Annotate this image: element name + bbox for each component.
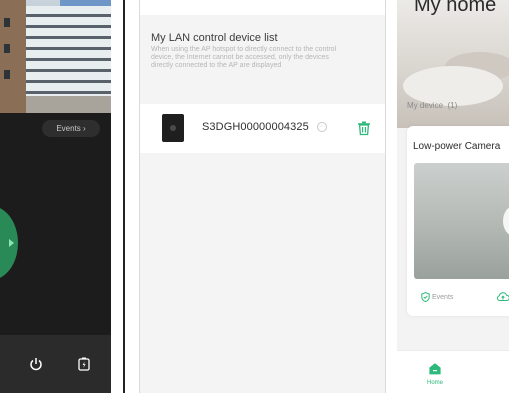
ptz-control[interactable]: [0, 206, 18, 280]
screen-divider: [123, 0, 125, 393]
home-panel: My home My device (1) Low-power Camera E…: [397, 0, 509, 393]
shield-check-icon: [421, 292, 430, 303]
home-icon[interactable]: [428, 362, 442, 376]
feed-building-left: [0, 0, 26, 113]
events-link[interactable]: Events: [421, 292, 454, 303]
device-card-title: Low-power Camera: [413, 141, 501, 152]
lan-device-list-panel: My LAN control device list When using th…: [139, 0, 386, 393]
camera-preview[interactable]: [414, 163, 509, 279]
delete-trash-icon[interactable]: [356, 120, 372, 136]
camera-feed[interactable]: [0, 0, 111, 113]
nav-home-label[interactable]: Home: [427, 380, 443, 386]
device-thumbnail: [162, 114, 184, 142]
feed-ground: [26, 96, 111, 113]
page-title: My home: [414, 0, 497, 16]
live-view-toolbar: [0, 335, 111, 393]
ptz-right-arrow-icon[interactable]: [9, 239, 14, 247]
device-name: S3DGH00000004325: [202, 121, 309, 133]
live-view-panel: Events ›: [0, 0, 111, 393]
events-label: Events: [432, 293, 454, 301]
power-icon[interactable]: [28, 356, 44, 372]
home-hero-image: My home My device (1): [397, 0, 509, 128]
device-count-label: My device (1): [407, 101, 458, 110]
cloud-upload-icon[interactable]: [496, 291, 509, 303]
info-icon[interactable]: ⋯: [317, 122, 327, 132]
top-card: [140, 0, 385, 15]
device-row[interactable]: S3DGH00000004325 ⋯: [140, 104, 385, 153]
section-description: When using the AP hotspot to directly co…: [151, 46, 337, 69]
bottom-nav: Home: [397, 350, 509, 393]
device-card[interactable]: Low-power Camera Events: [407, 126, 509, 316]
screen-gap: [111, 0, 129, 393]
hero-decor: [403, 66, 503, 106]
events-button[interactable]: Events ›: [42, 120, 100, 137]
section-title: My LAN control device list: [151, 32, 278, 44]
battery-charge-icon[interactable]: [76, 356, 92, 372]
